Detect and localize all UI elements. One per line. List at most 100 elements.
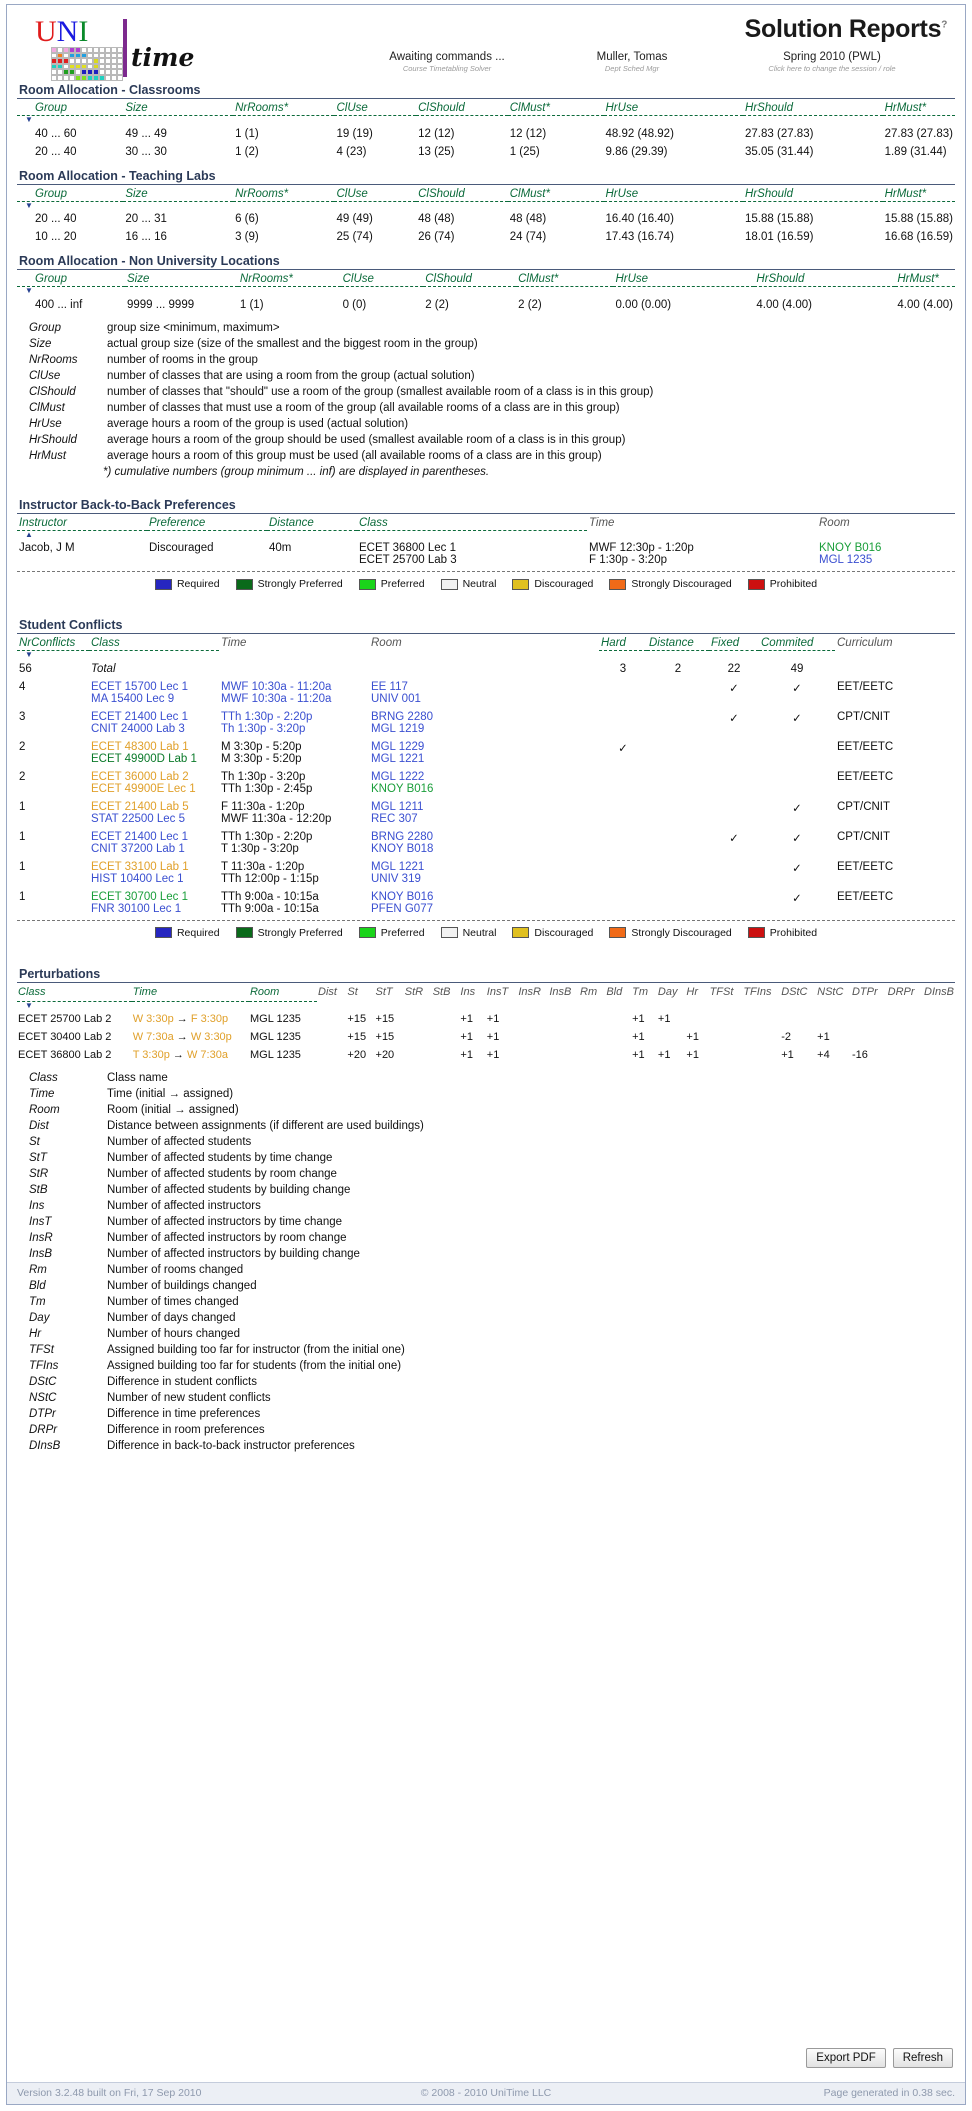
column-header-distance[interactable]: Distance: [647, 634, 709, 651]
column-header-preference[interactable]: Preference: [147, 513, 267, 531]
room-name[interactable]: MGL 1235: [819, 554, 953, 566]
column-header-room[interactable]: Room: [369, 634, 599, 651]
table-row[interactable]: 3 ECET 21400 Lec 1 CNIT 24000 Lab 3 TTh 1:3…: [17, 708, 955, 738]
refresh-button[interactable]: Refresh: [892, 2048, 953, 2068]
table-row[interactable]: 1 ECET 21400 Lab 5 STAT 22500 Lec 5F 11:30…: [17, 798, 955, 828]
column-header-clshould[interactable]: ClShould: [416, 99, 508, 116]
column-header-cluse[interactable]: ClUse: [334, 99, 417, 116]
room-name[interactable]: BRNG 2280: [371, 711, 597, 723]
table-row[interactable]: ECET 25700 Lab 2W 3:30p → F 3:30p MGL 123…: [17, 1010, 955, 1028]
column-header-instructor[interactable]: Instructor ▲: [17, 513, 147, 539]
column-header-clmust[interactable]: ClMust*: [516, 270, 614, 287]
table-row[interactable]: 400 ... inf 9999 ... 9999 1 (1) 0 (0) 2 (2) 2…: [17, 296, 955, 314]
cell-room[interactable]: MGL 1235: [249, 1010, 317, 1028]
class-name[interactable]: ECET 49900E Lec 1: [91, 783, 217, 795]
export-pdf-button[interactable]: Export PDF: [806, 2048, 886, 2068]
table-row[interactable]: 1 ECET 21400 Lec 1 CNIT 37200 Lab 1 TTh 1:3…: [17, 828, 955, 858]
column-header-str[interactable]: StR: [404, 983, 432, 1002]
column-header-insr[interactable]: InsR: [517, 983, 548, 1002]
room-name[interactable]: MGL 1219: [371, 723, 597, 735]
column-header-hard[interactable]: Hard: [599, 634, 647, 651]
column-header-time[interactable]: Time: [131, 982, 249, 1002]
table-row[interactable]: 10 ... 20 16 ... 16 3 (9) 25 (74) 26 (74) 24 …: [17, 228, 955, 246]
table-row[interactable]: 20 ... 40 30 ... 30 1 (2) 4 (23) 13 (25) 1 (2…: [17, 143, 955, 161]
column-header-hrmust[interactable]: HrMust*: [882, 99, 955, 116]
room-name[interactable]: BRNG 2280: [371, 831, 597, 843]
class-name[interactable]: ECET 36000 Lab 2: [91, 771, 217, 783]
column-header-curriculum[interactable]: Curriculum: [835, 634, 955, 651]
cell-room[interactable]: MGL 1235: [249, 1028, 317, 1046]
column-header-bld[interactable]: Bld: [605, 983, 631, 1002]
cell-class[interactable]: ECET 36800 Lab 2: [17, 1046, 132, 1064]
column-header-hruse[interactable]: HrUse: [603, 99, 744, 116]
room-name[interactable]: KNOY B018: [371, 843, 597, 855]
class-name[interactable]: ECET 25700 Lab 3: [359, 554, 585, 566]
room-name[interactable]: KNOY B016: [371, 891, 597, 903]
table-row[interactable]: 4 ECET 15700 Lec 1 MA 15400 Lec 9 MWF 10:30…: [17, 678, 955, 708]
room-name[interactable]: PFEN G077: [371, 903, 597, 915]
column-header-hruse[interactable]: HrUse: [603, 184, 744, 202]
column-header-cluse[interactable]: ClUse: [340, 270, 424, 287]
column-header-day[interactable]: Day: [657, 983, 686, 1002]
column-header-time[interactable]: Time: [219, 634, 369, 651]
table-row[interactable]: 1 ECET 33100 Lab 1 HIST 10400 Lec 1T 11:30…: [17, 858, 955, 888]
class-name[interactable]: FNR 30100 Lec 1: [91, 903, 217, 915]
class-name[interactable]: MA 15400 Lec 9: [91, 693, 217, 705]
table-row[interactable]: 20 ... 40 20 ... 31 6 (6) 49 (49) 48 (48) 48 …: [17, 210, 955, 228]
table-row[interactable]: Jacob, J M Discouraged 40m ECET 36800 Lec 1…: [17, 539, 955, 569]
room-name[interactable]: MGL 1229: [371, 741, 597, 753]
solver-status-link[interactable]: Awaiting commands ... Course Timetabling…: [347, 51, 547, 73]
column-header-room[interactable]: Room: [248, 982, 318, 1002]
column-header-stb[interactable]: StB: [432, 983, 460, 1002]
table-row[interactable]: 40 ... 60 49 ... 49 1 (1) 19 (19) 12 (12) 12 …: [17, 125, 955, 143]
room-name[interactable]: MGL 1211: [371, 801, 597, 813]
column-header-nrrooms[interactable]: NrRooms*: [233, 184, 335, 202]
user-link[interactable]: Muller, Tomas Dept Sched Mgr: [552, 51, 712, 73]
room-name[interactable]: MGL 1221: [371, 753, 597, 765]
column-header-fixed[interactable]: Fixed: [709, 634, 759, 651]
room-name[interactable]: REC 307: [371, 813, 597, 825]
table-row[interactable]: 2 ECET 36000 Lab 2 ECET 49900E Lec 1 Th 1:3…: [17, 768, 955, 798]
column-header-cluse[interactable]: ClUse: [334, 184, 417, 202]
column-header-hr[interactable]: Hr: [685, 983, 708, 1002]
class-name[interactable]: ECET 33100 Lab 1: [91, 861, 217, 873]
column-header-hrshould[interactable]: HrShould: [743, 184, 883, 202]
table-row[interactable]: 2 ECET 48300 Lab 1 ECET 49900D Lab 1M 3:30…: [17, 738, 955, 768]
column-header-ins[interactable]: Ins: [459, 983, 485, 1002]
column-header-group[interactable]: Group ▼: [17, 270, 125, 295]
table-row[interactable]: 1 ECET 30700 Lec 1 FNR 30100 Lec 1 TTh 9:00…: [17, 888, 955, 918]
class-name[interactable]: ECET 36800 Lec 1: [359, 542, 585, 554]
room-name[interactable]: MGL 1222: [371, 771, 597, 783]
column-header-class[interactable]: Class: [89, 634, 219, 651]
unitime-logo[interactable]: UNI time: [35, 17, 225, 81]
column-header-clmust[interactable]: ClMust*: [507, 184, 604, 202]
session-link[interactable]: Spring 2010 (PWL) Click here to change t…: [717, 51, 947, 73]
column-header-nrrooms[interactable]: NrRooms*: [233, 99, 335, 116]
column-header-class[interactable]: Class ▼: [17, 982, 132, 1010]
class-name[interactable]: STAT 22500 Lec 5: [91, 813, 217, 825]
column-header-tfst[interactable]: TFSt: [709, 983, 743, 1002]
column-header-st[interactable]: St: [346, 983, 374, 1002]
column-header-size[interactable]: Size: [124, 270, 238, 287]
class-name[interactable]: HIST 10400 Lec 1: [91, 873, 217, 885]
class-name[interactable]: ECET 48300 Lab 1: [91, 741, 217, 753]
column-header-hrmust[interactable]: HrMust*: [895, 270, 955, 287]
column-header-group[interactable]: Group ▼: [17, 99, 124, 124]
column-header-distance[interactable]: Distance: [267, 513, 357, 531]
column-header-size[interactable]: Size: [123, 99, 234, 116]
column-header-dtpr[interactable]: DTPr: [851, 983, 887, 1002]
help-icon[interactable]: ?: [941, 20, 947, 31]
column-header-size[interactable]: Size: [123, 184, 234, 202]
column-header-tfins[interactable]: TFIns: [742, 983, 780, 1002]
column-header-stt[interactable]: StT: [375, 983, 404, 1002]
table-row[interactable]: ECET 30400 Lab 2W 7:30a → W 3:30p MGL 123…: [17, 1028, 955, 1046]
column-header-insb[interactable]: InsB: [548, 983, 579, 1002]
column-header-dist[interactable]: Dist: [317, 983, 346, 1002]
column-header-commited[interactable]: Commited: [759, 634, 835, 651]
room-name[interactable]: UNIV 319: [371, 873, 597, 885]
column-header-hrshould[interactable]: HrShould: [743, 99, 883, 116]
column-header-hrmust[interactable]: HrMust*: [882, 184, 955, 202]
class-name[interactable]: ECET 30700 Lec 1: [91, 891, 217, 903]
room-name[interactable]: KNOY B016: [819, 542, 953, 554]
column-header-dinsb[interactable]: DInsB: [923, 983, 955, 1002]
